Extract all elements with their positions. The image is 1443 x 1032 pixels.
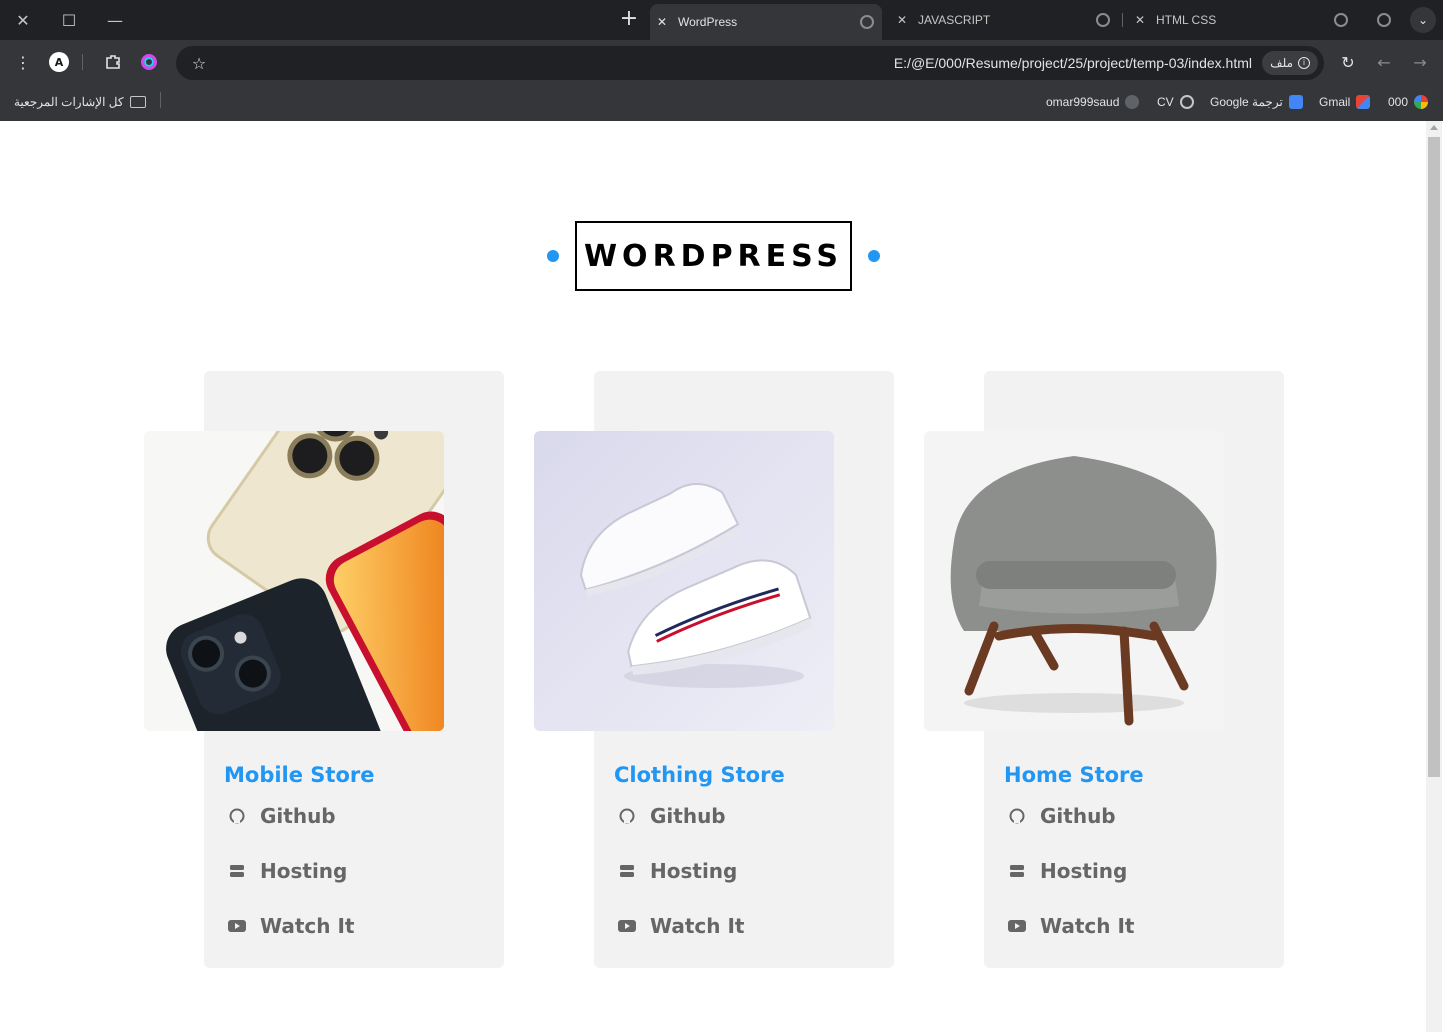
globe-icon xyxy=(1179,95,1194,109)
tab-separator xyxy=(1122,13,1123,27)
hosting-link[interactable]: Hosting xyxy=(228,859,347,883)
globe-icon xyxy=(1096,13,1110,27)
server-icon xyxy=(1008,862,1026,880)
link-label: Watch It xyxy=(1040,914,1135,938)
title-bar: ✕ ☐ — + ✕ WordPress ✕ JAVASCRIPT ✕ HTML … xyxy=(0,0,1443,40)
forward-arrow-icon[interactable]: → xyxy=(1408,50,1432,74)
globe-icon xyxy=(1334,13,1348,27)
menu-dots-icon[interactable]: ⋮ xyxy=(11,50,35,74)
minimize-window-icon[interactable]: — xyxy=(102,7,128,33)
github-link[interactable]: Github xyxy=(228,804,336,828)
link-label: Hosting xyxy=(650,859,738,883)
maximize-window-icon[interactable]: ☐ xyxy=(56,7,82,33)
scrollbar-thumb[interactable] xyxy=(1428,137,1440,777)
url-text[interactable]: E:/@E/000/Resume/project/25/project/temp… xyxy=(894,55,1252,71)
youtube-icon xyxy=(228,917,246,935)
all-bookmarks-folder[interactable]: كل الإشارات المرجعية xyxy=(14,93,146,111)
bookmark-label: CV xyxy=(1157,95,1174,109)
phones-photo xyxy=(144,431,444,731)
tab-close-icon[interactable]: ✕ xyxy=(890,13,914,27)
bookmark-star-icon[interactable]: ☆ xyxy=(187,51,211,75)
link-label: Watch It xyxy=(260,914,355,938)
link-label: Github xyxy=(1040,804,1116,828)
card-title: Home Store xyxy=(1004,763,1144,787)
card-title: Clothing Store xyxy=(614,763,785,787)
extensions-icon[interactable] xyxy=(101,50,125,74)
project-card-home-store: Home Store Github Hosting Watch It xyxy=(924,371,1284,968)
tab-label: HTML CSS xyxy=(1156,13,1217,27)
tab-search-button[interactable]: ⌄ xyxy=(1410,7,1436,33)
github-link[interactable]: Github xyxy=(618,804,726,828)
vertical-scrollbar[interactable] xyxy=(1426,121,1442,1032)
sneakers-photo xyxy=(534,431,834,731)
bookmarks-divider xyxy=(160,92,161,108)
watch-it-link[interactable]: Watch It xyxy=(1008,914,1134,938)
youtube-icon xyxy=(1008,917,1026,935)
toolbar: ⋮ A ☆ E:/@E/000/Resume/project/25/projec… xyxy=(0,40,1443,85)
watch-it-link[interactable]: Watch It xyxy=(228,914,354,938)
tab-javascript[interactable]: ✕ JAVASCRIPT xyxy=(890,6,1118,34)
scroll-up-arrow-icon[interactable] xyxy=(1430,125,1438,130)
youtube-icon xyxy=(618,917,636,935)
google-icon xyxy=(1414,95,1429,109)
link-label: Hosting xyxy=(1040,859,1128,883)
server-icon xyxy=(228,862,246,880)
bookmarks-bar: 000 Gmail Google ترجمة CV omar999saud كل… xyxy=(0,85,1443,121)
globe-icon xyxy=(1372,8,1396,32)
tab-label: WordPress xyxy=(678,15,738,29)
project-card-clothing-store: Clothing Store Github Hosting Watch It xyxy=(534,371,894,968)
folder-icon xyxy=(129,96,146,108)
github-icon xyxy=(1125,95,1140,109)
tab-wordpress[interactable]: ✕ WordPress xyxy=(650,4,882,40)
github-icon xyxy=(1008,807,1026,825)
bookmark-000[interactable]: 000 xyxy=(1388,93,1429,111)
section-header: WORDPRESS xyxy=(1,221,1426,291)
tab-close-icon[interactable]: ✕ xyxy=(650,15,674,29)
all-bookmarks-label: كل الإشارات المرجعية xyxy=(14,95,124,109)
bookmark-gmail[interactable]: Gmail xyxy=(1319,93,1371,111)
page-viewport: WORDPRESS Mobile Store Github Hosting Wa… xyxy=(1,121,1426,1032)
page-title: WORDPRESS xyxy=(575,221,852,291)
translate-icon xyxy=(1288,95,1303,109)
back-arrow-icon[interactable]: ← xyxy=(1372,50,1396,74)
server-icon xyxy=(618,862,636,880)
heading-dot-left xyxy=(547,250,559,262)
bookmark-translate[interactable]: Google ترجمة xyxy=(1210,93,1303,111)
hosting-link[interactable]: Hosting xyxy=(1008,859,1127,883)
link-label: Hosting xyxy=(260,859,348,883)
card-title: Mobile Store xyxy=(224,763,375,787)
link-label: Watch It xyxy=(650,914,745,938)
bookmark-label: omar999saud xyxy=(1046,95,1120,109)
profile-avatar[interactable]: A xyxy=(47,50,71,74)
bookmark-label: Google ترجمة xyxy=(1210,95,1283,109)
site-info-label: ملف xyxy=(1270,56,1293,70)
close-window-icon[interactable]: ✕ xyxy=(10,7,36,33)
info-icon: i xyxy=(1298,57,1310,69)
tab-html-css[interactable]: ✕ HTML CSS xyxy=(1128,6,1356,34)
bookmark-github[interactable]: omar999saud xyxy=(1046,93,1140,111)
bookmark-label: 000 xyxy=(1388,95,1409,109)
globe-icon xyxy=(860,15,874,29)
gmail-icon xyxy=(1356,95,1371,109)
github-icon xyxy=(228,807,246,825)
armchair-photo xyxy=(924,431,1224,731)
project-card-mobile-store: Mobile Store Github Hosting Watch It xyxy=(144,371,504,968)
address-bar[interactable]: ☆ E:/@E/000/Resume/project/25/project/te… xyxy=(176,46,1324,80)
watch-it-link[interactable]: Watch It xyxy=(618,914,744,938)
tab-close-icon[interactable]: ✕ xyxy=(1128,13,1152,27)
bookmark-label: Gmail xyxy=(1319,95,1351,109)
link-label: Github xyxy=(650,804,726,828)
toolbar-divider xyxy=(77,50,87,74)
new-tab-button[interactable]: + xyxy=(616,7,642,33)
github-icon xyxy=(618,807,636,825)
tab-label: JAVASCRIPT xyxy=(918,13,991,27)
color-picker-extension-icon[interactable] xyxy=(137,50,161,74)
heading-dot-right xyxy=(868,250,880,262)
reload-icon[interactable]: ↻ xyxy=(1336,50,1360,74)
bookmark-cv[interactable]: CV xyxy=(1157,93,1194,111)
github-link[interactable]: Github xyxy=(1008,804,1116,828)
hosting-link[interactable]: Hosting xyxy=(618,859,737,883)
site-info-chip[interactable]: ملف i xyxy=(1262,51,1318,75)
link-label: Github xyxy=(260,804,336,828)
